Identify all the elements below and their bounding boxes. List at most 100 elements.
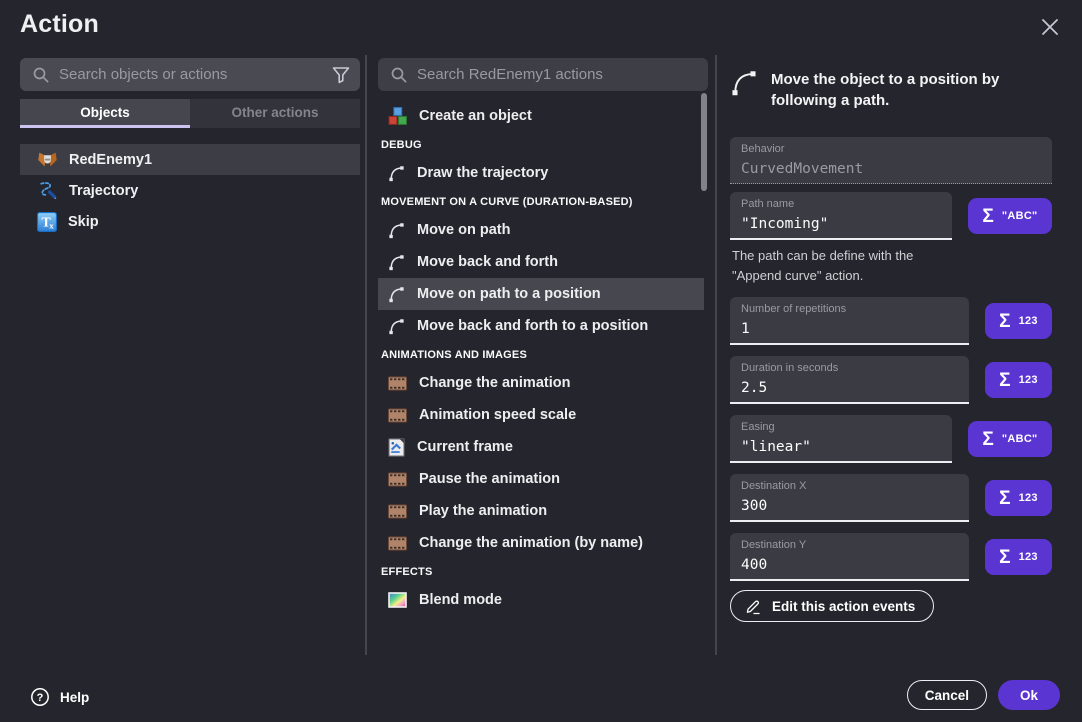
duration-row: Duration in seconds 2.5 Σ 123 [730, 356, 1052, 404]
list-item-skip[interactable]: T x Skip [20, 206, 360, 237]
footer-actions: Cancel Ok [907, 680, 1060, 710]
ok-button[interactable]: Ok [998, 680, 1060, 710]
expression-editor-button[interactable]: Σ "ABC" [968, 421, 1052, 457]
expression-editor-button[interactable]: Σ "ABC" [968, 198, 1052, 234]
expression-type-label: "ABC" [1002, 433, 1038, 445]
objects-panel: Objects Other actions RedEnemy1 [20, 58, 360, 237]
field-value[interactable]: 400 [741, 553, 958, 577]
list-item-label: RedEnemy1 [69, 152, 152, 168]
action-item-play-animation[interactable]: Play the animation [378, 495, 704, 527]
actions-search-input[interactable] [417, 66, 698, 83]
expression-type-label: 123 [1019, 551, 1038, 563]
action-item-label: Move on path [417, 222, 510, 238]
action-item-move-on-path-to-position[interactable]: Move on path to a position [378, 278, 704, 310]
cancel-button[interactable]: Cancel [907, 680, 987, 710]
object-tabs: Objects Other actions [20, 99, 360, 128]
scrollbar-thumb[interactable] [701, 93, 707, 191]
section-header-animations: ANIMATIONS AND IMAGES [378, 342, 708, 367]
edit-action-events-button[interactable]: Edit this action events [730, 590, 934, 622]
section-label: ANIMATIONS AND IMAGES [381, 349, 527, 361]
duration-field[interactable]: Duration in seconds 2.5 [730, 356, 969, 404]
action-item-animation-speed-scale[interactable]: Animation speed scale [378, 399, 704, 431]
page-title: Action [20, 10, 99, 39]
field-value: CurvedMovement [741, 157, 1041, 181]
field-label: Destination X [741, 479, 958, 494]
action-item-change-animation-by-name[interactable]: Change the animation (by name) [378, 527, 704, 559]
action-item-create-object[interactable]: Create an object [378, 100, 704, 132]
svg-text:?: ? [37, 692, 44, 704]
frame-icon [388, 438, 405, 457]
filter-icon[interactable] [332, 66, 350, 84]
path-name-field[interactable]: Path name "Incoming" [730, 192, 952, 240]
close-icon[interactable] [1040, 17, 1060, 37]
trajectory-icon [37, 180, 58, 201]
expression-editor-button[interactable]: Σ 123 [985, 480, 1052, 516]
action-item-move-on-path[interactable]: Move on path [378, 214, 704, 246]
section-header-movement-curve: MOVEMENT ON A CURVE (DURATION-BASED) [378, 189, 708, 214]
pencil-icon [745, 598, 762, 615]
action-list: Create an object DEBUG Draw the trajecto… [378, 100, 708, 616]
tab-objects-label: Objects [80, 105, 130, 120]
action-description: Move the object to a position by followi… [730, 69, 1052, 111]
tab-other-actions-label: Other actions [231, 105, 318, 120]
action-item-move-back-forth-to-position[interactable]: Move back and forth to a position [378, 310, 704, 342]
repetitions-field[interactable]: Number of repetitions 1 [730, 297, 969, 345]
tab-other-actions[interactable]: Other actions [190, 99, 360, 128]
divider-middle-right [715, 55, 717, 655]
action-item-change-animation[interactable]: Change the animation [378, 367, 704, 399]
field-value[interactable]: "Incoming" [741, 212, 941, 236]
field-label: Behavior [741, 142, 1041, 157]
action-item-label: Change the animation (by name) [419, 535, 643, 551]
action-item-current-frame[interactable]: Current frame [378, 431, 704, 463]
actions-search [378, 58, 708, 91]
sigma-icon: Σ [982, 207, 993, 226]
curve-icon [730, 69, 758, 111]
sigma-icon: Σ [999, 312, 1010, 331]
action-item-label: Change the animation [419, 375, 570, 391]
tab-objects[interactable]: Objects [20, 99, 190, 128]
expression-type-label: 123 [1019, 315, 1038, 327]
blend-icon [388, 592, 407, 608]
expression-editor-button[interactable]: Σ 123 [985, 303, 1052, 339]
field-label: Destination Y [741, 538, 958, 553]
expression-editor-button[interactable]: Σ 123 [985, 362, 1052, 398]
list-item-label: Trajectory [69, 183, 138, 199]
film-icon [388, 376, 407, 391]
destination-y-field[interactable]: Destination Y 400 [730, 533, 969, 581]
help-icon: ? [30, 687, 50, 707]
field-value[interactable]: "linear" [741, 435, 941, 459]
action-item-blend-mode[interactable]: Blend mode [378, 584, 704, 616]
field-helper-text: The path can be define with the "Append … [732, 246, 950, 286]
action-item-label: Create an object [419, 108, 532, 124]
list-item-label: Skip [68, 214, 99, 230]
curve-icon [388, 318, 405, 335]
field-value[interactable]: 300 [741, 494, 958, 518]
action-item-label: Pause the animation [419, 471, 560, 487]
field-value[interactable]: 2.5 [741, 376, 958, 400]
section-label: MOVEMENT ON A CURVE (DURATION-BASED) [381, 196, 633, 208]
easing-field[interactable]: Easing "linear" [730, 415, 952, 463]
film-icon [388, 536, 407, 551]
action-item-label: Move back and forth to a position [417, 318, 648, 334]
expression-type-label: 123 [1019, 374, 1038, 386]
curve-icon [388, 222, 405, 239]
action-item-pause-animation[interactable]: Pause the animation [378, 463, 704, 495]
action-item-move-back-forth[interactable]: Move back and forth [378, 246, 704, 278]
expression-editor-button[interactable]: Σ 123 [985, 539, 1052, 575]
action-item-label: Draw the trajectory [417, 165, 548, 181]
objects-search-input[interactable] [59, 66, 323, 83]
search-icon [390, 66, 408, 84]
help-button[interactable]: ? Help [30, 687, 89, 707]
destination-x-field[interactable]: Destination X 300 [730, 474, 969, 522]
section-label: DEBUG [381, 139, 422, 151]
objects-search [20, 58, 360, 91]
list-item-trajectory[interactable]: Trajectory [20, 175, 360, 206]
section-label: EFFECTS [381, 566, 433, 578]
field-value[interactable]: 1 [741, 317, 958, 341]
action-item-draw-trajectory[interactable]: Draw the trajectory [378, 157, 704, 189]
actions-panel: Create an object DEBUG Draw the trajecto… [378, 58, 708, 616]
path-name-row: Path name "Incoming" Σ "ABC" [730, 192, 1052, 240]
list-item-redenemy1[interactable]: RedEnemy1 [20, 144, 360, 175]
field-label: Number of repetitions [741, 302, 958, 317]
destination-y-row: Destination Y 400 Σ 123 [730, 533, 1052, 581]
